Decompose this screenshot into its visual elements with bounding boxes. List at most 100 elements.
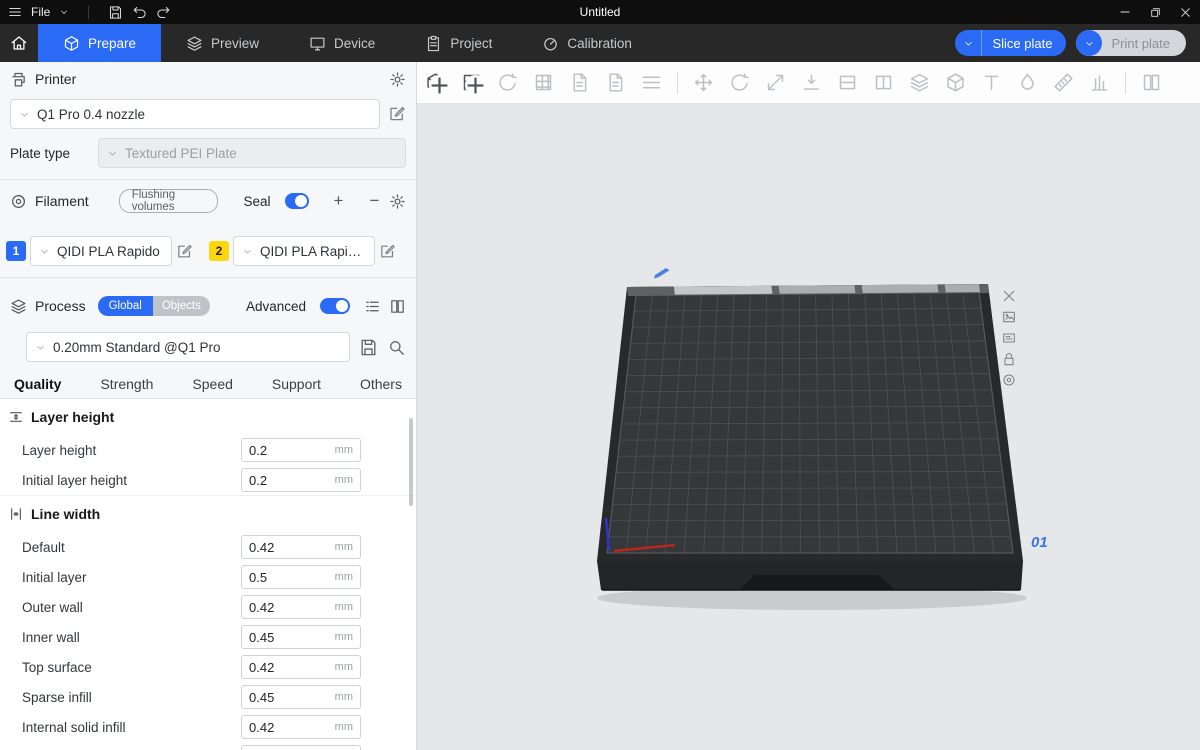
paint-icon[interactable] <box>1017 72 1038 93</box>
param-input[interactable]: 0.42 mm <box>241 535 361 559</box>
param-input[interactable]: 0.42 mm <box>241 595 361 619</box>
scale-icon[interactable] <box>765 72 786 93</box>
printer-settings-icon[interactable] <box>389 71 406 88</box>
filament-2-select[interactable]: QIDI PLA Rapido M... <box>233 236 375 266</box>
param-input[interactable]: 0.2 mm <box>241 438 361 462</box>
edit-filament-1-icon[interactable] <box>176 243 193 260</box>
sidebar-scrollbar[interactable] <box>409 418 413 506</box>
redo-icon[interactable] <box>156 5 171 20</box>
param-input[interactable]: 0.2 mm <box>241 468 361 492</box>
add-plate-icon[interactable] <box>461 72 482 93</box>
process-compare-icon[interactable] <box>389 298 406 315</box>
list-icon[interactable] <box>641 72 662 93</box>
param-input[interactable]: 0.5 mm <box>241 565 361 589</box>
param-label: Top surface <box>22 660 241 675</box>
printer-model-select[interactable]: Q1 Pro 0.4 nozzle <box>10 99 380 129</box>
viewport-canvas[interactable]: 01 <box>417 104 1200 750</box>
param-input[interactable]: 0.45 mm <box>241 625 361 649</box>
printer-model-value: Q1 Pro 0.4 nozzle <box>37 107 145 122</box>
param-row: Default 0.42 mm <box>0 532 416 562</box>
process-preset-select[interactable]: 0.20mm Standard @Q1 Pro <box>26 332 350 362</box>
split-horizontal-icon[interactable] <box>837 72 858 93</box>
slice-plate-button[interactable]: Slice plate <box>955 30 1066 56</box>
process-list-icon[interactable] <box>364 298 381 315</box>
mesh-edit-icon[interactable] <box>945 72 966 93</box>
process-preset-value: 0.20mm Standard @Q1 Pro <box>53 340 221 355</box>
plate-name-icon[interactable] <box>1001 330 1017 346</box>
titlebar: File Untitled <box>0 0 1200 24</box>
printer-icon <box>10 71 27 88</box>
text-icon[interactable] <box>981 72 1002 93</box>
filament-header-label: Filament <box>35 193 89 209</box>
auto-orient-icon[interactable] <box>497 72 518 93</box>
lay-flat-icon[interactable] <box>801 72 822 93</box>
tab-device[interactable]: Device <box>284 24 400 62</box>
filament-1-select[interactable]: QIDI PLA Rapido <box>30 236 172 266</box>
seal-toggle[interactable] <box>285 193 309 209</box>
tab-preview[interactable]: Preview <box>161 24 284 62</box>
param-value: 0.45 <box>249 630 335 645</box>
tab-calibration-label: Calibration <box>567 36 632 51</box>
print-dropdown-chevron-icon[interactable] <box>1076 30 1102 56</box>
search-preset-icon[interactable] <box>387 338 406 357</box>
param-input[interactable]: 0.42 mm <box>241 655 361 679</box>
scope-global-button[interactable]: Global <box>98 296 153 316</box>
param-label: Default <box>22 540 241 555</box>
split-vertical-icon[interactable] <box>873 72 894 93</box>
minimize-button[interactable] <box>1118 5 1132 19</box>
delete-plate-icon[interactable] <box>1001 288 1017 304</box>
undo-icon[interactable] <box>132 5 147 20</box>
tab-prepare[interactable]: Prepare <box>38 24 161 62</box>
param-value: 0.5 <box>249 570 335 585</box>
menu-icon[interactable] <box>8 5 22 19</box>
import-file-icon[interactable] <box>569 72 590 93</box>
variable-layer-icon[interactable] <box>909 72 930 93</box>
move-icon[interactable] <box>693 72 714 93</box>
arrange-icon[interactable] <box>533 72 554 93</box>
edit-filament-2-icon[interactable] <box>379 243 396 260</box>
plate-settings-icon[interactable] <box>1001 372 1017 388</box>
add-model-icon[interactable] <box>425 72 446 93</box>
group-line-width: Line width <box>0 495 416 532</box>
filament-icon <box>10 193 27 210</box>
maximize-button[interactable] <box>1149 6 1162 19</box>
advanced-toggle[interactable] <box>320 298 350 314</box>
tab-project[interactable]: Project <box>400 24 517 62</box>
measure-icon[interactable] <box>1053 72 1074 93</box>
import-project-icon[interactable] <box>605 72 626 93</box>
add-filament-button[interactable]: + <box>332 193 345 209</box>
edit-printer-icon[interactable] <box>388 105 406 123</box>
remove-filament-button[interactable]: − <box>368 193 381 209</box>
param-input[interactable]: 0.45 mm <box>241 685 361 709</box>
flushing-volumes-button[interactable]: Flushing volumes <box>119 189 218 213</box>
param-input[interactable]: 0.42 mm <box>241 715 361 739</box>
file-menu[interactable]: File <box>31 5 50 19</box>
process-section-header: Process Global Objects Advanced <box>0 288 416 324</box>
build-plate[interactable] <box>417 104 1200 750</box>
param-label: Initial layer <box>22 570 241 585</box>
tab-calibration[interactable]: Calibration <box>517 24 657 62</box>
toolbar-divider <box>677 72 678 94</box>
chevron-down-icon <box>242 246 253 257</box>
plate-image-icon[interactable] <box>1001 309 1017 325</box>
param-unit: mm <box>335 721 353 733</box>
plate-type-select[interactable]: Textured PEI Plate <box>98 138 406 168</box>
support-icon[interactable] <box>1089 72 1110 93</box>
close-button[interactable] <box>1179 6 1192 19</box>
lock-plate-icon[interactable] <box>1001 351 1017 367</box>
param-input[interactable] <box>241 745 361 750</box>
slice-dropdown-chevron-icon[interactable] <box>955 30 982 56</box>
slice-plate-label: Slice plate <box>982 36 1066 51</box>
chevron-down-icon <box>39 246 50 257</box>
assembly-icon[interactable] <box>1141 72 1162 93</box>
param-unit: mm <box>335 661 353 673</box>
file-menu-chevron-icon[interactable] <box>59 7 69 17</box>
home-button[interactable] <box>0 24 38 62</box>
print-plate-button[interactable]: Print plate <box>1076 30 1186 56</box>
save-icon[interactable] <box>108 5 123 20</box>
filament-settings-icon[interactable] <box>389 193 406 210</box>
rotate-icon[interactable] <box>729 72 750 93</box>
param-row: Layer height 0.2 mm <box>0 435 416 465</box>
scope-objects-button[interactable]: Objects <box>153 296 210 316</box>
save-preset-icon[interactable] <box>359 338 378 357</box>
